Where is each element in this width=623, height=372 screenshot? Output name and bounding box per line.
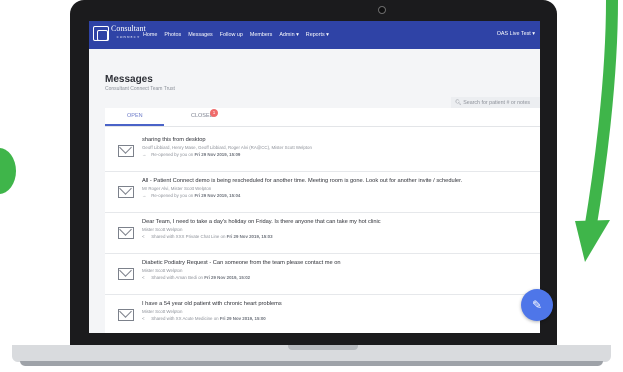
share-icon: <: [142, 316, 145, 321]
message-meta: < Shared with Aman Bedi on Fri 29 Nov 20…: [142, 275, 250, 280]
message-participants: Mister Scott Welpton: [142, 268, 183, 273]
meta-prefix: Re-opened by you on: [151, 152, 194, 157]
reopen-icon: →: [142, 193, 147, 198]
brand-name: Consultant: [111, 24, 146, 33]
share-icon: <: [142, 234, 145, 239]
search-placeholder: 🔍︎ Search for patient # or notes: [455, 100, 530, 106]
app-screen: Consultant CONNECT Home Photos Messages …: [89, 21, 540, 333]
brand-logo[interactable]: Consultant CONNECT: [93, 25, 146, 41]
message-title: Dear Team, I need to take a day's holida…: [142, 219, 381, 225]
nav-item-messages[interactable]: Messages: [188, 32, 213, 38]
search-placeholder-text: Search for patient # or notes: [463, 100, 531, 106]
envelope-icon: [118, 227, 134, 239]
pencil-icon: ✎: [531, 298, 543, 312]
message-meta: < Shared with XXX Private Chat Line on F…: [142, 234, 273, 239]
camera-icon: [378, 6, 386, 14]
share-icon: <: [142, 275, 145, 280]
meta-prefix: Shared with XX Acute Medicine on: [151, 316, 219, 321]
envelope-icon: [118, 309, 134, 321]
meta-date: Fri 29 Nov 2019, 15:04: [194, 193, 241, 198]
green-arrow-stroke: [584, 0, 618, 236]
message-meta: < Shared with XX Acute Medicine on Fri 2…: [142, 316, 266, 321]
nav-item-home[interactable]: Home: [143, 32, 157, 38]
laptop-base-shadow: [20, 361, 603, 366]
green-arrow-head: [575, 220, 610, 262]
message-item[interactable]: sharing this from desktop Geoff Libbiard…: [105, 131, 540, 172]
brand-text: Consultant CONNECT: [111, 25, 146, 41]
meta-prefix: Re-opened by you on: [151, 193, 194, 198]
nav-item-members[interactable]: Members: [250, 32, 272, 38]
meta-prefix: Shared with Aman Bedi on: [151, 275, 203, 280]
brand-sub: CONNECT: [116, 35, 141, 39]
envelope-icon: [118, 268, 134, 280]
message-participants: Mister Scott Welpton: [142, 309, 183, 314]
search-icon: 🔍︎: [455, 100, 462, 106]
message-item[interactable]: All - Patient Connect demo is being resc…: [105, 172, 540, 213]
message-item[interactable]: Dear Team, I need to take a day's holida…: [105, 213, 540, 254]
meta-date: Fri 29 Nov 2019, 15:03: [226, 234, 273, 239]
nav-item-admin[interactable]: Admin ▾: [279, 32, 298, 38]
nav-item-reports[interactable]: Reports ▾: [306, 32, 329, 38]
message-list: sharing this from desktop Geoff Libbiard…: [105, 131, 540, 333]
message-title: All - Patient Connect demo is being resc…: [142, 178, 463, 184]
message-participants: Geoff Libbiard, Henry Mase, Geoff Libbia…: [142, 145, 312, 150]
nav-item-photos[interactable]: Photos: [164, 32, 181, 38]
meta-date: Fri 29 Nov 2019, 15:09: [194, 152, 241, 157]
nav-menu: Home Photos Messages Follow up Members A…: [143, 21, 336, 49]
message-item[interactable]: Diabetic Podiatry Request - Can someone …: [105, 254, 540, 295]
decorative-green-shape: [0, 148, 16, 194]
envelope-icon: [118, 186, 134, 198]
reopen-icon: →: [142, 152, 147, 157]
closed-count-badge: 1: [210, 109, 218, 117]
meta-date: Fri 29 Nov 2019, 15:00: [219, 316, 266, 321]
message-title: sharing this from desktop: [142, 137, 206, 143]
active-tab-indicator: [105, 124, 164, 126]
nav-item-follow-up[interactable]: Follow up: [220, 32, 243, 38]
message-title: Diabetic Podiatry Request - Can someone …: [142, 260, 341, 266]
page-subtitle: Consultant Connect Team Trust: [105, 86, 175, 92]
message-tabs: OPEN CLOSED 1: [105, 108, 540, 127]
message-meta: → Re-opened by you on Fri 29 Nov 2019, 1…: [142, 193, 240, 198]
meta-date: Fri 29 Nov 2019, 15:02: [204, 275, 251, 280]
user-menu[interactable]: OAS Live Test ▾: [497, 31, 535, 37]
tab-open[interactable]: OPEN: [127, 113, 143, 119]
logo-icon: [93, 25, 109, 41]
envelope-icon: [118, 145, 134, 157]
message-item[interactable]: I have a 54 year old patient with chroni…: [105, 295, 540, 333]
compose-button[interactable]: ✎: [521, 289, 553, 321]
message-participants: Mr Roger Alvi, Mister Scott Welpton: [142, 186, 212, 191]
message-participants: Mister Scott Welpton: [142, 227, 183, 232]
message-title: I have a 54 year old patient with chroni…: [142, 301, 282, 307]
message-meta: → Re-opened by you on Fri 29 Nov 2019, 1…: [142, 152, 240, 157]
page-title: Messages: [105, 74, 153, 85]
laptop-base-notch: [288, 345, 358, 350]
main-content: Messages Consultant Connect Team Trust 🔍…: [89, 49, 540, 333]
top-navbar: Consultant CONNECT Home Photos Messages …: [89, 21, 540, 49]
laptop-base: [12, 345, 611, 362]
messages-panel: OPEN CLOSED 1 sharing this from desktop …: [105, 108, 540, 333]
meta-prefix: Shared with XXX Private Chat Line on: [151, 234, 226, 239]
